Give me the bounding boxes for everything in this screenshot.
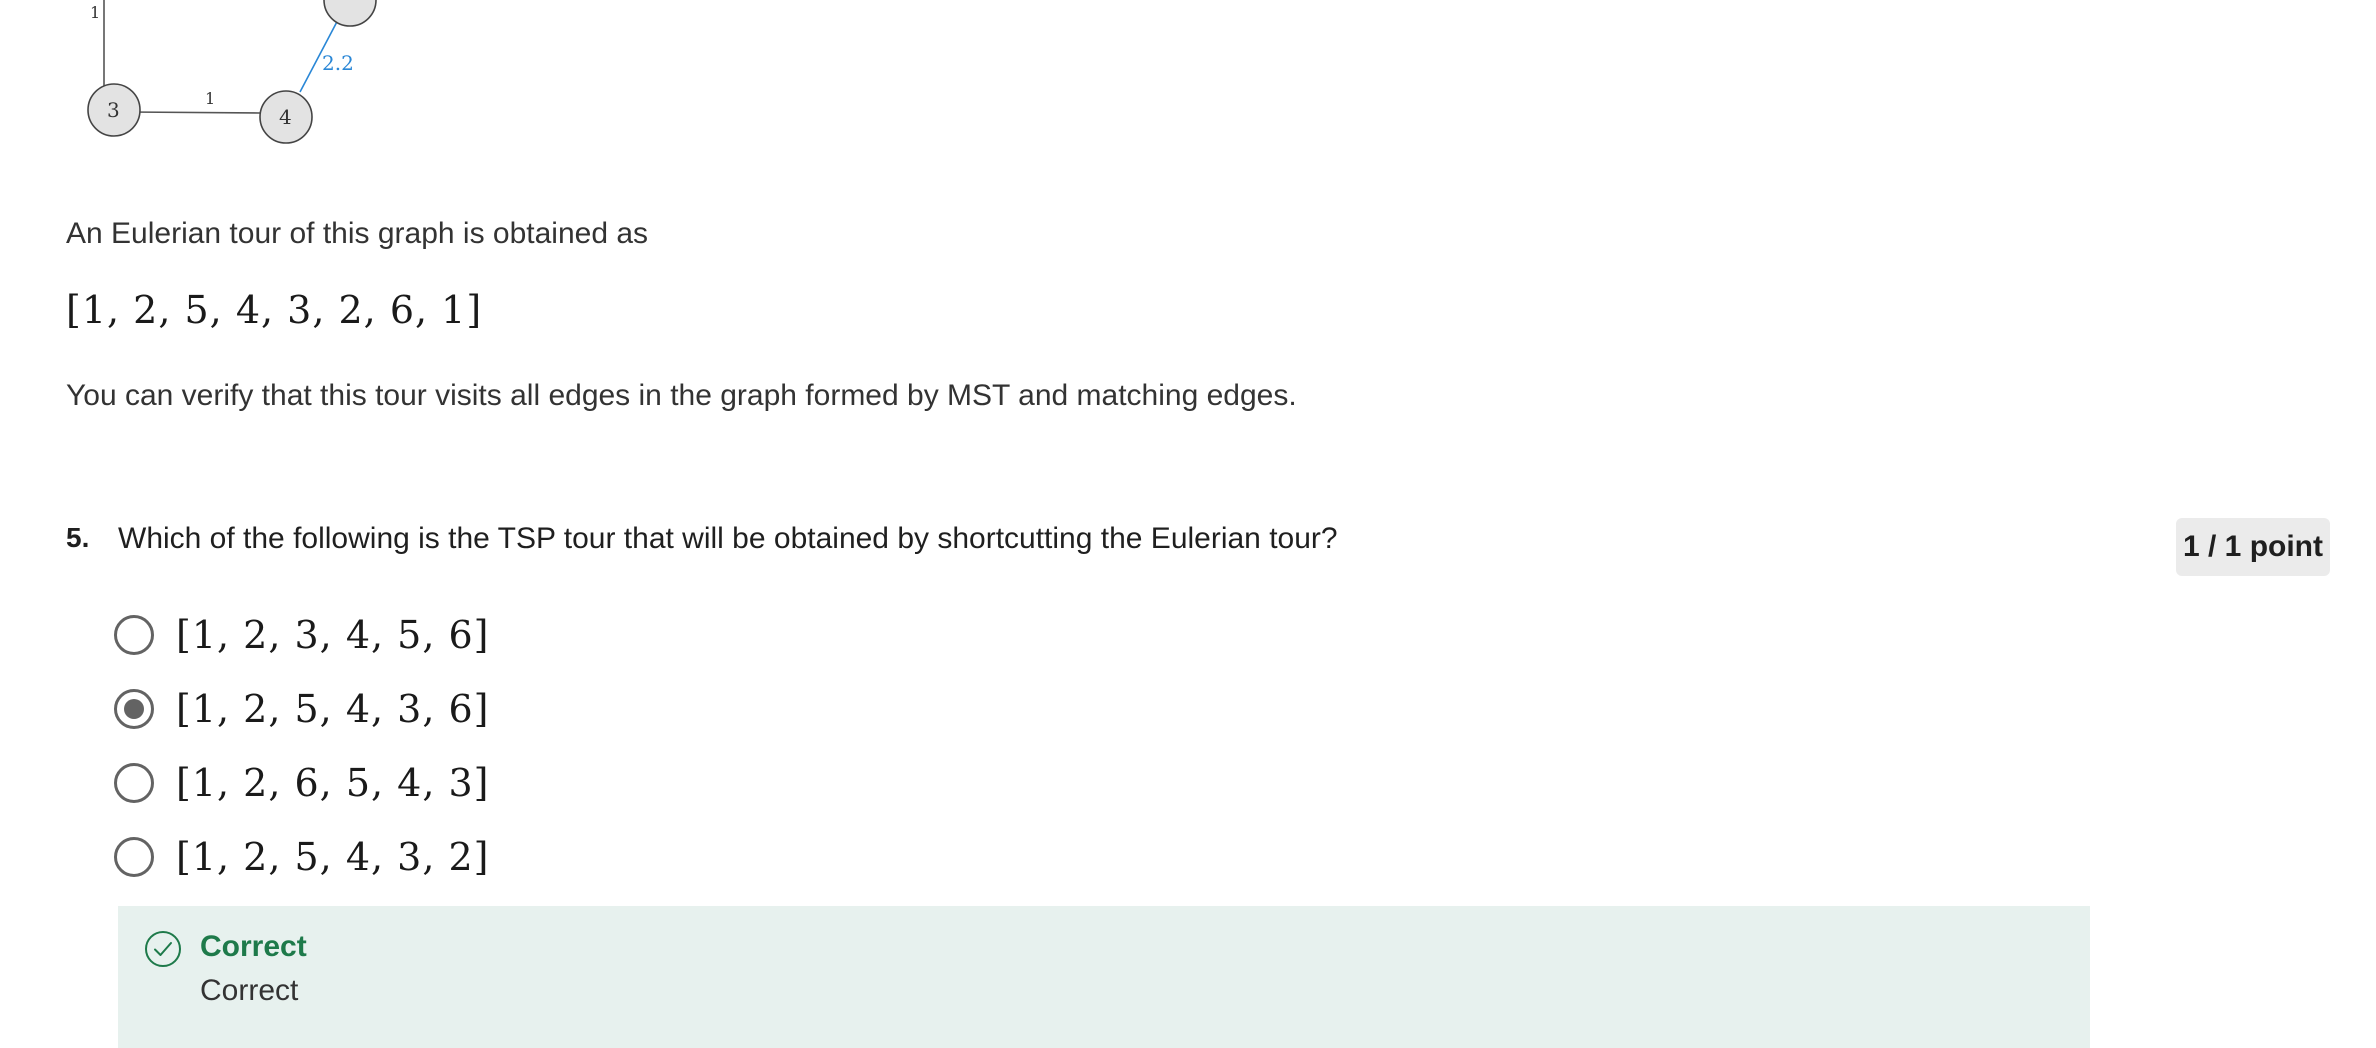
points-badge: 1 / 1 point xyxy=(2176,518,2330,576)
answer-option[interactable]: [1, 2, 5, 4, 3, 6] xyxy=(114,684,490,734)
question-number: 5. xyxy=(66,522,90,553)
edge-label: 1 xyxy=(205,89,215,108)
graph-node xyxy=(323,0,377,27)
radio-button[interactable] xyxy=(114,763,154,803)
answer-option[interactable]: [1, 2, 3, 4, 5, 6] xyxy=(114,610,490,660)
feedback-message: Correct xyxy=(200,974,299,1007)
edge-label: 1 xyxy=(90,3,100,22)
radio-button[interactable] xyxy=(114,837,154,877)
radio-button[interactable] xyxy=(114,615,154,655)
question-text: Which of the following is the TSP tour t… xyxy=(118,522,1338,555)
verification-text: You can verify that this tour visits all… xyxy=(66,379,1297,412)
option-label: [1, 2, 6, 5, 4, 3] xyxy=(176,761,490,805)
check-circle-icon xyxy=(145,931,181,967)
graph-edge xyxy=(125,111,261,114)
answer-option[interactable]: [1, 2, 5, 4, 3, 2] xyxy=(114,832,490,882)
node-label: 3 xyxy=(107,98,120,122)
feedback-status: Correct xyxy=(200,930,307,963)
node-label: 4 xyxy=(279,105,292,129)
quiz-page: 3 4 1 1 2.2 An Eulerian tour of this gra… xyxy=(0,0,2376,1048)
graph-svg: 3 4 1 1 2.2 xyxy=(87,0,377,144)
radio-button-selected[interactable] xyxy=(114,689,154,729)
feedback-panel: Correct Correct xyxy=(118,906,2090,1048)
answer-option[interactable]: [1, 2, 6, 5, 4, 3] xyxy=(114,758,490,808)
option-label: [1, 2, 5, 4, 3, 6] xyxy=(176,687,490,731)
option-label: [1, 2, 3, 4, 5, 6] xyxy=(176,613,490,657)
option-label: [1, 2, 5, 4, 3, 2] xyxy=(176,835,490,879)
edge-label: 2.2 xyxy=(322,51,354,75)
explanation-text: An Eulerian tour of this graph is obtain… xyxy=(66,217,649,250)
eulerian-tour: [1, 2, 5, 4, 3, 2, 6, 1] xyxy=(66,288,483,332)
graph-figure: 3 4 1 1 2.2 xyxy=(60,0,400,150)
